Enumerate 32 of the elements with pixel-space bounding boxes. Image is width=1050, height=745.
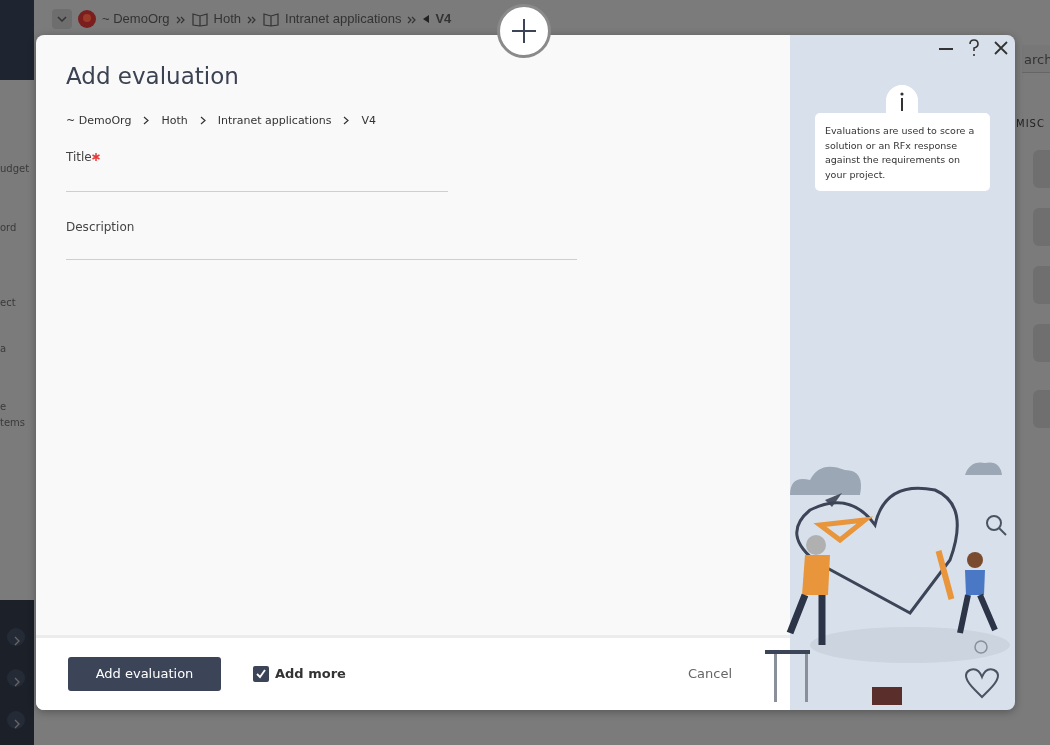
sidebar-label: e (0, 401, 7, 413)
help-icon[interactable] (967, 39, 981, 57)
sidebar-label: udget (0, 163, 30, 175)
dropdown-button[interactable] (52, 9, 72, 29)
info-text: Evaluations are used to score a solution or an RFx response against the requirements on your project. (815, 113, 990, 191)
add-button[interactable] (497, 4, 551, 58)
sidebar-label: ord (0, 222, 17, 234)
chevron-right-icon (343, 116, 350, 126)
field-label: Description (66, 218, 136, 236)
chevron-right-icon (143, 116, 150, 126)
close-icon[interactable] (993, 39, 1009, 57)
sidebar-label: ect (0, 297, 16, 309)
checkbox[interactable] (253, 666, 269, 682)
dialog-title: Add evaluation (66, 63, 240, 91)
sidebar-label: tems (0, 417, 26, 429)
book-icon (263, 11, 280, 27)
book-icon (191, 11, 208, 27)
breadcrumb-link[interactable]: Hoth (161, 112, 188, 130)
checkbox-label[interactable]: Add more (275, 664, 346, 684)
chevron-right-icon (199, 116, 206, 126)
cancel-button[interactable]: Cancel (681, 663, 738, 685)
chevron-down-icon (57, 16, 67, 22)
org-logo-icon (78, 10, 96, 28)
breadcrumb-link[interactable]: V4 (361, 112, 376, 130)
section-label: MISC (1016, 117, 1045, 131)
breadcrumb-link[interactable]: ~ DemoOrg (66, 112, 132, 130)
plus-icon (510, 17, 538, 45)
field-label: Title (66, 145, 760, 168)
sidebar-label: a (0, 343, 7, 355)
caret-icon (423, 15, 430, 23)
add-evaluation-button[interactable]: Add evaluation (68, 657, 221, 691)
breadcrumb-link[interactable]: Intranet applications (217, 112, 332, 130)
